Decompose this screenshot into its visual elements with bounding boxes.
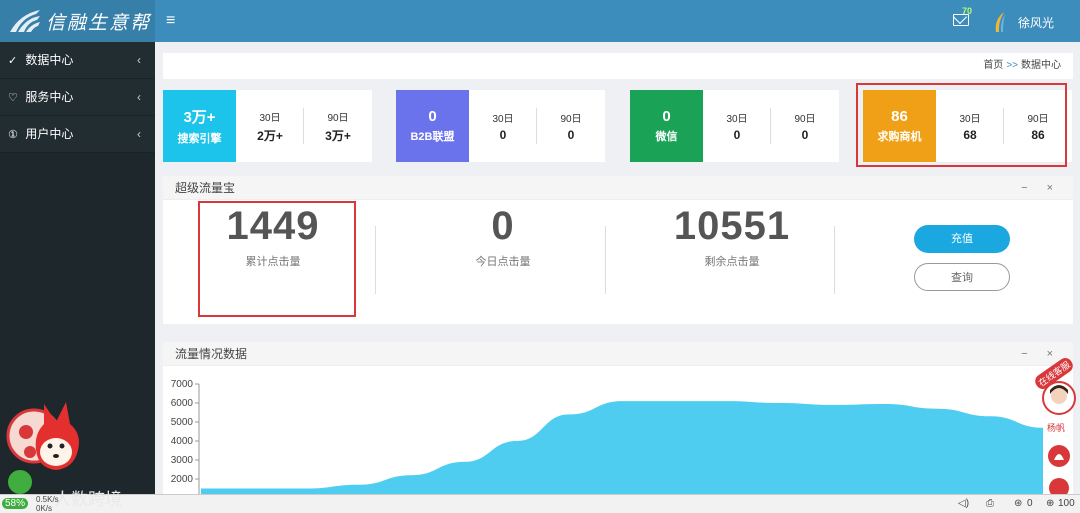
tile-col-value: 2万+: [257, 128, 283, 143]
y-tick-label: 5000: [171, 417, 194, 428]
shield-icon[interactable]: ⊛: [1014, 498, 1022, 509]
y-tick-label: 4000: [171, 436, 194, 447]
breadcrumb-current: 数据中心: [1021, 60, 1061, 71]
zoom-icon[interactable]: ⊕: [1046, 498, 1054, 509]
tile-wechat[interactable]: 0 微信 30日 0 90日 0: [630, 90, 839, 162]
y-tick-label: 2000: [171, 474, 194, 485]
chevron-left-icon: ‹: [137, 53, 141, 67]
info-circle-icon: ①: [8, 129, 18, 141]
recharge-button[interactable]: 充值: [914, 225, 1010, 253]
customer-service-widget[interactable]: 在线客服 杨帆: [1032, 355, 1078, 498]
traffic-area-chart: 7000 6000 5000 4000 3000 2000: [171, 379, 1043, 494]
tile-col-header: 30日: [726, 114, 748, 125]
brand-name: 信融生意帮: [46, 11, 152, 34]
heart-icon: ♡: [8, 92, 18, 104]
tile-b2b-alliance[interactable]: 0 B2B联盟 30日 0 90日 0: [396, 90, 605, 162]
highlight-box: [198, 201, 356, 317]
brand-logo[interactable]: 信融生意帮: [0, 0, 155, 42]
panel-title: 流量情况数据: [175, 347, 248, 361]
divider: [605, 226, 606, 294]
tile-label: 搜索引擎: [177, 133, 222, 145]
net-down-speed: 0K/s: [36, 504, 53, 513]
stat-remaining-clicks: 10551 剩余点击量: [632, 204, 832, 269]
breadcrumb-separator: >>: [1006, 60, 1018, 71]
service-agent-name: 杨帆: [1047, 423, 1066, 433]
cpu-percent: 58%: [2, 498, 29, 509]
tile-30-day: 30日 0: [703, 90, 771, 162]
sidebar-item-service-center[interactable]: ♡ 服务中心 ‹: [0, 79, 155, 116]
y-tick-label: 7000: [171, 379, 194, 390]
stat-today-clicks: 0 今日点击量: [403, 204, 603, 269]
query-button[interactable]: 查询: [914, 263, 1010, 291]
sidebar-item-label: 服务中心: [25, 90, 74, 104]
user-name[interactable]: 徐风光: [1018, 14, 1054, 31]
tile-col-value: 3万+: [325, 128, 351, 143]
tile-col-header: 90日: [560, 114, 582, 125]
tile-label: B2B联盟: [410, 131, 455, 143]
tile-90-day: 90日 0: [771, 90, 839, 162]
breadcrumb: 首页 >> 数据中心: [163, 53, 1073, 79]
tile-value: 0: [662, 108, 671, 125]
tile-value: 0: [428, 108, 437, 125]
panel-title: 超级流量宝: [175, 181, 236, 195]
user-avatar-icon[interactable]: [990, 10, 1010, 34]
tile-90-day: 90日 0: [537, 90, 605, 162]
menu-toggle-icon[interactable]: ≡: [166, 12, 175, 30]
stat-label: 剩余点击量: [704, 256, 760, 268]
tile-value: 3万+: [183, 109, 216, 126]
tile-main: 3万+ 搜索引擎: [163, 90, 236, 162]
tile-90-day: 90日 3万+: [304, 90, 372, 162]
watermark-text: 人数跨境: [54, 490, 122, 509]
tile-col-header: 90日: [794, 114, 816, 125]
browser-status-bar: 58% 0.5K/s 0K/s 人数跨境 ◁) ⎙ ⊛ 0 ⊕ 100: [0, 490, 1080, 513]
chevron-left-icon: ‹: [137, 127, 141, 141]
y-tick-label: 3000: [171, 455, 194, 466]
tile-col-value: 0: [499, 128, 507, 142]
tile-30-day: 30日 0: [469, 90, 537, 162]
mascot-fox-icon: [6, 402, 79, 494]
chevron-left-icon: ‹: [137, 90, 141, 104]
breadcrumb-home[interactable]: 首页: [983, 60, 1003, 71]
panel-header: 流量情况数据 − ×: [163, 342, 1073, 366]
check-icon: ✓: [8, 55, 18, 67]
tile-col-header: 90日: [327, 112, 349, 124]
sidebar-item-label: 数据中心: [25, 53, 74, 67]
top-navbar: 信融生意帮 ≡ 70 徐风光: [0, 0, 1080, 42]
divider: [834, 226, 835, 294]
stat-value: 10551: [673, 204, 791, 248]
area-series: [201, 401, 1043, 494]
sidebar-item-label: 用户中心: [25, 127, 74, 141]
tile-col-header: 30日: [259, 112, 281, 124]
y-tick-label: 6000: [171, 398, 194, 409]
tile-main: 0 微信: [630, 90, 703, 162]
tile-search-engine[interactable]: 3万+ 搜索引擎 30日 2万+ 90日 3万+: [163, 90, 372, 162]
tile-col-header: 30日: [492, 114, 514, 125]
tile-30-day: 30日 2万+: [236, 90, 304, 162]
stat-label: 今日点击量: [475, 256, 531, 268]
tile-col-value: 0: [567, 128, 575, 142]
stat-value: 0: [491, 204, 515, 248]
logo-mark-icon: [10, 10, 40, 32]
tile-col-value: 0: [733, 128, 741, 142]
highlight-box: [856, 83, 1067, 167]
download-icon[interactable]: ⎙: [986, 498, 994, 509]
blocked-count: 0: [1027, 498, 1033, 509]
tile-main: 0 B2B联盟: [396, 90, 469, 162]
divider: [375, 226, 376, 294]
panel-tools-icon[interactable]: − ×: [1021, 176, 1061, 200]
panel-header: 超级流量宝 − ×: [163, 176, 1073, 200]
speaker-icon[interactable]: ◁): [958, 498, 969, 509]
chart-panel: 流量情况数据 − × 7000 6000 5000 4000 3000 2000: [163, 342, 1073, 494]
zoom-level: 100: [1058, 498, 1075, 509]
mail-count-badge: 70: [962, 6, 973, 16]
sidebar-item-user-center[interactable]: ① 用户中心 ‹: [0, 116, 155, 153]
tile-label: 微信: [655, 131, 678, 143]
tile-col-value: 0: [801, 128, 809, 142]
sidebar-item-data-center[interactable]: ✓ 数据中心 ‹: [0, 42, 155, 79]
